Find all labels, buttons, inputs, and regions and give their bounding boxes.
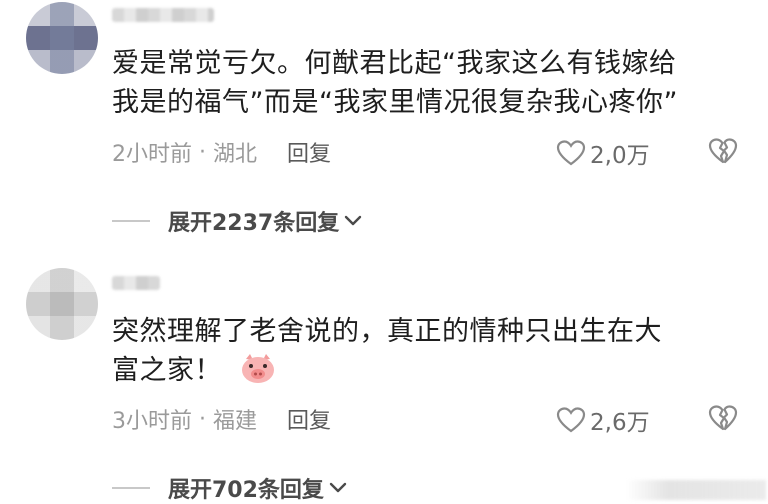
meta-separator: ·: [192, 406, 213, 432]
like-button[interactable]: 2,0万: [556, 136, 650, 170]
divider: [112, 220, 150, 222]
expand-replies-button[interactable]: 展开702条回复: [112, 472, 348, 504]
comment-text-line: 富之家！: [112, 351, 752, 390]
dislike-button[interactable]: [708, 137, 738, 169]
chevron-down-icon: [345, 215, 362, 226]
expand-replies-label: 展开702条回复: [168, 478, 324, 503]
comment-location: 湖北: [212, 142, 257, 167]
comment-meta: 3小时前 · 福建 回复: [112, 403, 331, 435]
pig-face-emoji: [240, 353, 276, 385]
reply-button[interactable]: 回复: [287, 136, 331, 168]
comment-text-line: 爱是常觉亏欠。何猷君比起“我家这么有钱嫁给: [112, 48, 677, 79]
comment-text: 突然理解了老舍说的，真正的情种只出生在大 富之家！: [112, 312, 752, 390]
avatar[interactable]: [26, 2, 98, 74]
comment-text-line: 突然理解了老舍说的，真正的情种只出生在大: [112, 316, 662, 347]
heart-outline-icon: [556, 140, 586, 166]
comment-time: 3小时前: [112, 409, 192, 434]
dislike-button[interactable]: [708, 404, 738, 436]
expand-replies-button[interactable]: 展开2237条回复: [112, 205, 363, 237]
heart-outline-icon: [556, 407, 586, 433]
watermark-blurred: [626, 480, 766, 500]
expand-replies-label: 展开2237条回复: [168, 211, 340, 236]
avatar[interactable]: [26, 268, 98, 340]
comment-text-line: 我是的福气”而是“我家里情况很复杂我心疼你”: [112, 87, 678, 118]
comment-location: 福建: [212, 409, 257, 434]
like-count: 2,6万: [590, 410, 650, 436]
username-blurred[interactable]: [112, 276, 160, 290]
comment-text: 爱是常觉亏欠。何猷君比起“我家这么有钱嫁给 我是的福气”而是“我家里情况很复杂我…: [112, 44, 752, 122]
comment-meta: 2小时前 · 湖北 回复: [112, 136, 331, 168]
broken-heart-icon: [708, 405, 738, 431]
divider: [112, 487, 150, 489]
username-blurred[interactable]: [112, 8, 214, 22]
chevron-down-icon: [329, 482, 347, 493]
reply-button[interactable]: 回复: [287, 403, 331, 435]
meta-separator: ·: [192, 139, 213, 165]
like-count: 2,0万: [590, 143, 650, 169]
comment-text-tail: 富之家！: [112, 355, 222, 386]
broken-heart-icon: [708, 138, 738, 164]
like-button[interactable]: 2,6万: [556, 403, 650, 437]
comment-time: 2小时前: [112, 142, 192, 167]
